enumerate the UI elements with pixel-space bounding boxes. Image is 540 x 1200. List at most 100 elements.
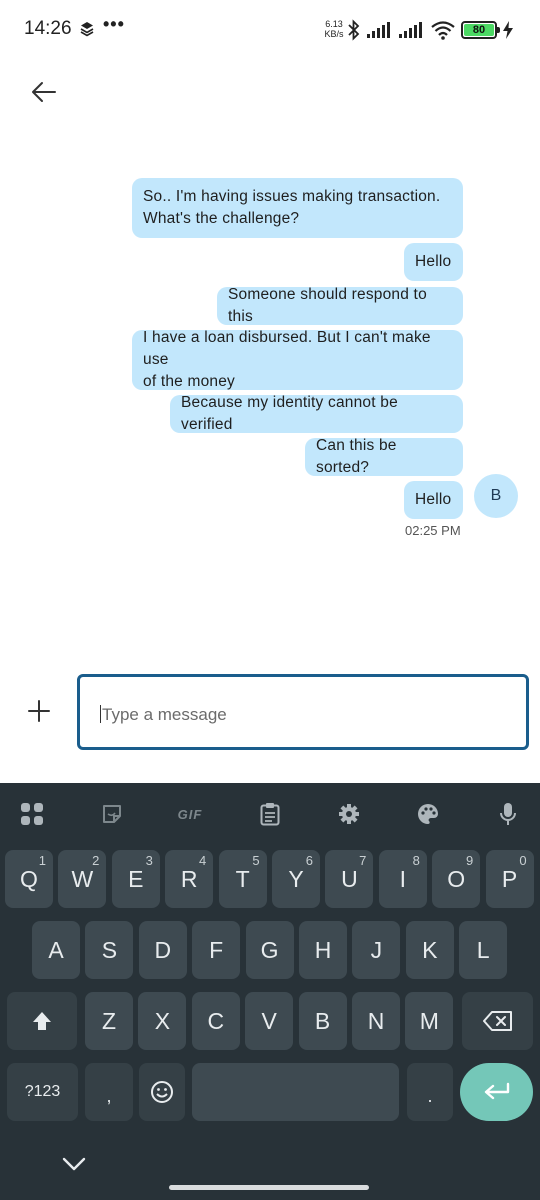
key-f[interactable]: F	[192, 921, 241, 979]
space-key[interactable]	[192, 1063, 399, 1121]
message-text-line: So.. I'm having issues making transactio…	[143, 188, 441, 205]
message-bubble[interactable]: Can this be sorted?	[305, 437, 463, 476]
backspace-icon	[482, 1011, 512, 1031]
key-d[interactable]: D	[138, 921, 187, 979]
key-k[interactable]: K	[405, 921, 454, 979]
key-y[interactable]: Y6	[272, 850, 320, 908]
shift-icon	[33, 1012, 51, 1030]
message-text-line: of the money	[143, 373, 236, 390]
key-z[interactable]: Z	[85, 992, 133, 1050]
message-text: Hello	[415, 253, 452, 270]
keyboard: G I F ?123 , . Q 1 W 2 E 3 R 4 T 5 Y 6 U 7…	[0, 783, 540, 1200]
key-label: I	[399, 865, 406, 892]
key-h[interactable]: H	[299, 921, 347, 979]
key-hint: 0	[519, 853, 527, 868]
key-hint: 3	[145, 853, 153, 868]
key-m[interactable]: M	[405, 992, 454, 1050]
key-o[interactable]: O9	[432, 850, 481, 908]
key-w[interactable]: W2	[58, 850, 107, 908]
message-bubble[interactable]: Hello	[404, 243, 463, 281]
shift-key[interactable]	[7, 992, 77, 1050]
key-label: R	[180, 865, 198, 892]
key-s[interactable]: S	[85, 921, 134, 979]
key-b[interactable]: B	[298, 992, 347, 1050]
key-hint: 4	[198, 853, 207, 868]
apps-icon[interactable]	[15, 799, 49, 829]
add-attachment-button[interactable]	[22, 694, 56, 728]
key-label: T	[235, 865, 250, 892]
signal-icon	[367, 22, 390, 38]
text-caret	[100, 705, 101, 723]
key-l[interactable]: L	[459, 921, 508, 979]
key-hint: 8	[412, 853, 420, 868]
network-speed: 6.13 KB/s	[322, 19, 346, 39]
mic-icon[interactable]	[491, 799, 525, 829]
key-hint: 6	[305, 853, 313, 868]
message-text-line: What's the challenge?	[143, 210, 300, 227]
message-text: Someone should respond to this	[228, 286, 427, 325]
key-hint: 5	[252, 853, 260, 868]
key-a[interactable]: A	[32, 921, 80, 979]
key-x[interactable]: X	[138, 992, 187, 1050]
key-c[interactable]: C	[191, 992, 240, 1050]
key-hint: 7	[359, 853, 367, 868]
more-notifications-icon: •••	[103, 14, 125, 34]
message-input-placeholder: Type a message	[102, 705, 227, 724]
symbols-key[interactable]: ?123	[7, 1063, 78, 1121]
key-v[interactable]: V	[245, 992, 294, 1050]
charging-icon	[503, 21, 513, 39]
sticker-icon[interactable]	[95, 799, 129, 829]
message-bubble[interactable]: I have a loan disbursed. But I can't mak…	[132, 329, 463, 390]
avatar: B	[474, 474, 518, 518]
hide-keyboard-button[interactable]	[60, 1152, 88, 1176]
key-hint: 1	[38, 853, 46, 868]
message-bubble[interactable]: Someone should respond to this	[217, 286, 463, 325]
message-bubble[interactable]: Hello	[404, 481, 463, 519]
message-bubble[interactable]: Because my identity cannot be verified	[170, 394, 463, 433]
key-r[interactable]: R4	[165, 850, 214, 908]
battery-level: 80	[464, 24, 494, 36]
gesture-handle[interactable]	[169, 1185, 369, 1190]
chevron-down-icon	[62, 1157, 86, 1171]
key-t[interactable]: T5	[218, 850, 267, 908]
key-n[interactable]: N	[352, 992, 400, 1050]
clipboard-icon[interactable]	[253, 799, 287, 829]
gif-icon[interactable]: GIF	[173, 799, 207, 829]
key-e[interactable]: E3	[111, 850, 160, 908]
wifi-icon	[431, 21, 455, 40]
key-j[interactable]: J	[352, 921, 401, 979]
status-icons: 80	[347, 18, 513, 42]
message-bubble[interactable]: So.. I'm having issues making transactio…	[132, 178, 463, 238]
layers-icon	[80, 22, 94, 37]
network-speed-value: 6.13	[325, 19, 343, 29]
message-text: Can this be sorted?	[316, 437, 397, 476]
gif-label: GIF	[177, 806, 203, 822]
enter-icon	[484, 1082, 509, 1100]
settings-icon[interactable]	[332, 799, 366, 829]
emoji-icon	[151, 1081, 173, 1103]
key-label: Y	[288, 865, 304, 892]
key-hint: 9	[465, 853, 474, 868]
status-time: 14:26	[24, 18, 72, 39]
key-i[interactable]: I8	[378, 850, 427, 908]
key-q[interactable]: Q1	[5, 850, 53, 908]
message-input[interactable]: Type a message	[77, 674, 529, 750]
message-timestamp: 02:25 PM	[405, 523, 461, 538]
plus-icon	[28, 700, 50, 722]
key-label: E	[128, 865, 144, 892]
key-hint: 2	[92, 853, 100, 868]
emoji-key[interactable]	[139, 1063, 185, 1121]
comma-key[interactable]: ,	[85, 1063, 133, 1121]
back-button[interactable]	[22, 70, 66, 114]
enter-key[interactable]	[460, 1063, 533, 1121]
key-g[interactable]: G	[245, 921, 294, 979]
key-label: U	[341, 865, 358, 892]
message-text-line: I have a loan disbursed. But I can't mak…	[143, 329, 431, 368]
key-label: P	[501, 865, 518, 892]
period-key[interactable]: .	[407, 1063, 453, 1121]
backspace-key[interactable]	[462, 992, 533, 1050]
key-p[interactable]: P0	[485, 850, 534, 908]
battery-icon: 80	[461, 21, 500, 39]
key-u[interactable]: U7	[325, 850, 374, 908]
palette-icon[interactable]	[411, 799, 445, 829]
